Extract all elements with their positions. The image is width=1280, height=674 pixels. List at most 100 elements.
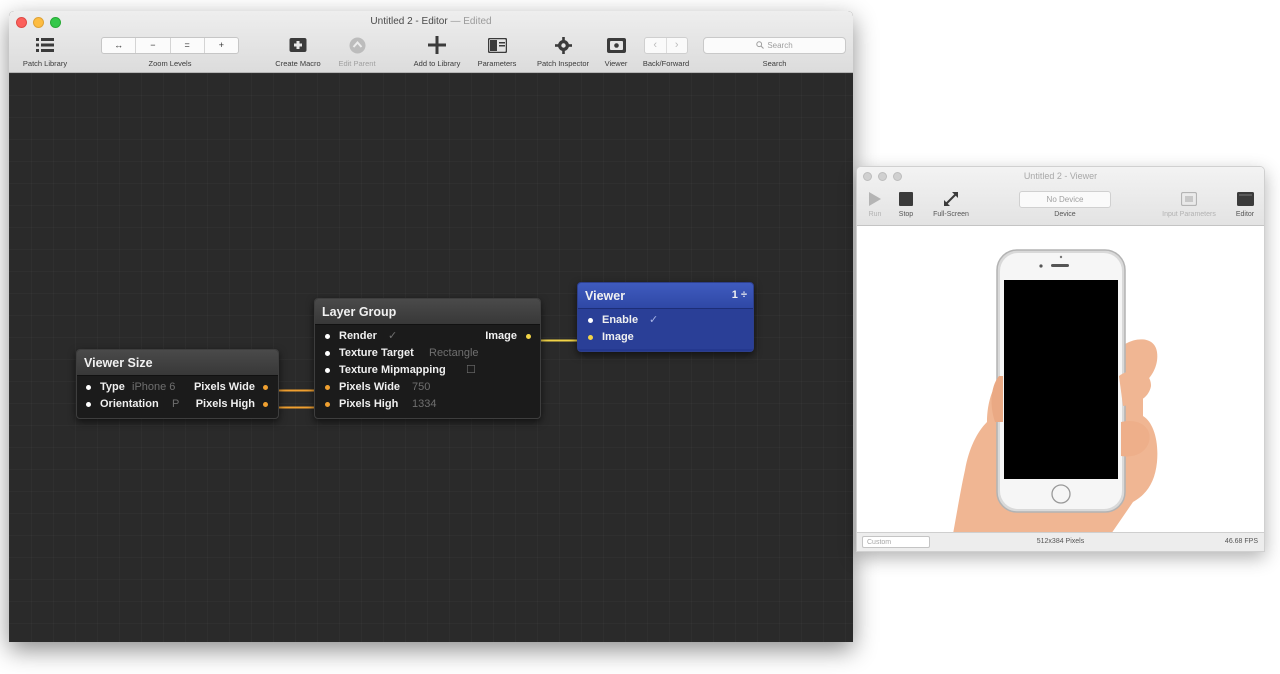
title-separator: — bbox=[450, 16, 461, 27]
edited-status: Edited bbox=[463, 16, 492, 27]
port-value: iPhone 6 bbox=[132, 381, 176, 393]
port-value: 750 bbox=[412, 381, 431, 393]
image-row: Image bbox=[578, 329, 753, 346]
viewer-label: Viewer bbox=[604, 59, 628, 68]
viewer-button[interactable]: Viewer bbox=[599, 34, 633, 68]
viewer-icon bbox=[599, 34, 633, 56]
port-label: Image bbox=[602, 331, 634, 343]
port-value: ✓ bbox=[388, 330, 398, 342]
input-parameters-label: Input Parameters bbox=[1162, 211, 1216, 218]
patch-inspector-label: Patch Inspector bbox=[536, 59, 590, 68]
search-icon bbox=[756, 41, 765, 49]
output-port[interactable] bbox=[263, 385, 268, 390]
device-select[interactable]: No Device bbox=[1019, 190, 1111, 208]
zoom-actual-button[interactable]: = bbox=[171, 37, 205, 53]
back-arrow-icon[interactable]: ‹ bbox=[645, 37, 667, 53]
editor-button[interactable]: Editor bbox=[1229, 190, 1261, 218]
search-input[interactable]: Search bbox=[703, 36, 846, 54]
add-to-library-button[interactable]: Add to Library bbox=[405, 34, 469, 68]
port-label: Type bbox=[100, 381, 125, 393]
patch-header: Viewer 1 ÷ bbox=[578, 283, 753, 309]
forward-arrow-icon[interactable]: › bbox=[667, 38, 688, 53]
zoom-in-button[interactable]: + bbox=[205, 38, 238, 53]
pixel-size-readout: 512x384 Pixels bbox=[1036, 538, 1085, 545]
zoom-levels-control: ↔ − = + Zoom Levels bbox=[101, 34, 239, 68]
type-row: Type iPhone 6 Pixels Wide bbox=[77, 379, 278, 396]
input-port[interactable] bbox=[588, 318, 593, 323]
input-port[interactable] bbox=[325, 402, 330, 407]
port-label: Texture Target bbox=[339, 347, 414, 359]
input-port[interactable] bbox=[325, 334, 330, 339]
port-label: Orientation bbox=[100, 398, 159, 410]
stop-button[interactable]: Stop bbox=[893, 190, 919, 218]
list-icon bbox=[13, 34, 77, 56]
output-label: Image bbox=[485, 330, 517, 342]
stop-icon bbox=[893, 190, 919, 208]
pixels-high-row: Pixels High 1334 bbox=[315, 396, 540, 413]
enable-row: Enable ✓ bbox=[578, 312, 753, 329]
plus-icon bbox=[405, 34, 469, 56]
parameters-button[interactable]: Parameters bbox=[471, 34, 523, 68]
input-port[interactable] bbox=[325, 368, 330, 373]
zoom-fit-button[interactable]: ↔ bbox=[102, 37, 137, 53]
back-forward-control: ‹ › Back/Forward bbox=[635, 34, 697, 68]
run-button[interactable]: Run bbox=[863, 190, 887, 218]
search-label: Search bbox=[762, 59, 787, 68]
input-port[interactable] bbox=[325, 351, 330, 356]
viewer-size-patch[interactable]: Viewer Size Type iPhone 6 Pixels Wide Or… bbox=[76, 349, 279, 419]
output-label: Pixels High bbox=[195, 398, 255, 410]
search-placeholder: Search bbox=[767, 40, 793, 50]
layer-group-patch[interactable]: Layer Group Render ✓ Image Texture Targe… bbox=[314, 298, 541, 419]
viewer-window: Untitled 2 - Viewer Run Stop Full-Screen bbox=[856, 166, 1265, 552]
parameters-label: Parameters bbox=[477, 59, 517, 68]
device-label: Device bbox=[1054, 211, 1076, 218]
phone-in-hand-image bbox=[953, 249, 1158, 534]
patch-canvas[interactable]: Viewer Size Type iPhone 6 Pixels Wide Or… bbox=[9, 73, 853, 642]
port-label: Render bbox=[339, 330, 377, 342]
texture-mipmapping-row: Texture Mipmapping ☐ bbox=[315, 362, 540, 379]
editor-window: Untitled 2 - Editor — Edited Patch Libra… bbox=[9, 11, 853, 642]
zoom-levels-label: Zoom Levels bbox=[148, 59, 192, 68]
edit-parent-button[interactable]: Edit Parent bbox=[329, 34, 385, 68]
zoom-out-button[interactable]: − bbox=[136, 37, 171, 53]
viewer-status-bar: Custom 512x384 Pixels 46.68 FPS bbox=[857, 532, 1264, 551]
port-value: Rectangle bbox=[429, 347, 479, 359]
input-parameters-icon bbox=[1151, 190, 1227, 208]
add-to-library-label: Add to Library bbox=[413, 59, 461, 68]
stop-label: Stop bbox=[898, 211, 914, 218]
back-forward-label: Back/Forward bbox=[642, 59, 690, 68]
desktop: Untitled 2 - Editor — Edited Patch Libra… bbox=[0, 0, 1280, 674]
patch-library-button[interactable]: Patch Library bbox=[13, 34, 77, 68]
editor-toolbar: Untitled 2 - Editor — Edited Patch Libra… bbox=[9, 11, 853, 73]
orientation-row: Orientation P Pixels High bbox=[77, 396, 278, 413]
output-port[interactable] bbox=[263, 402, 268, 407]
input-port[interactable] bbox=[588, 335, 593, 340]
port-label: Pixels High bbox=[339, 398, 399, 410]
texture-target-row: Texture Target Rectangle bbox=[315, 345, 540, 362]
phone-camera bbox=[1039, 264, 1043, 268]
output-port[interactable] bbox=[526, 334, 531, 339]
create-macro-button[interactable]: Create Macro bbox=[267, 34, 329, 68]
viewer-patch[interactable]: Viewer 1 ÷ Enable ✓ Image bbox=[577, 282, 754, 352]
viewer-toolbar: Untitled 2 - Viewer Run Stop Full-Screen bbox=[857, 167, 1264, 226]
patch-title: Viewer Size bbox=[77, 350, 278, 376]
input-port[interactable] bbox=[86, 402, 91, 407]
patch-library-label: Patch Library bbox=[22, 59, 68, 68]
full-screen-button[interactable]: Full-Screen bbox=[925, 190, 977, 218]
run-label: Run bbox=[868, 211, 882, 218]
fps-readout: 46.68 FPS bbox=[1224, 538, 1258, 545]
input-parameters-button[interactable]: Input Parameters bbox=[1151, 190, 1227, 218]
macro-icon bbox=[267, 34, 329, 56]
expand-icon bbox=[925, 190, 977, 208]
search-control: Search Search bbox=[702, 34, 847, 68]
input-port[interactable] bbox=[86, 385, 91, 390]
window-title: Untitled 2 - Viewer bbox=[1023, 171, 1098, 181]
create-macro-label: Create Macro bbox=[275, 59, 321, 68]
viewer-index-stepper[interactable]: 1 ÷ bbox=[732, 289, 747, 301]
patch-inspector-button[interactable]: Patch Inspector bbox=[527, 34, 599, 68]
viewer-render-area[interactable] bbox=[857, 226, 1264, 534]
up-arrow-icon bbox=[329, 34, 385, 56]
input-port[interactable] bbox=[325, 385, 330, 390]
pixels-wide-row: Pixels Wide 750 bbox=[315, 379, 540, 396]
patch-title: Viewer bbox=[585, 289, 626, 303]
